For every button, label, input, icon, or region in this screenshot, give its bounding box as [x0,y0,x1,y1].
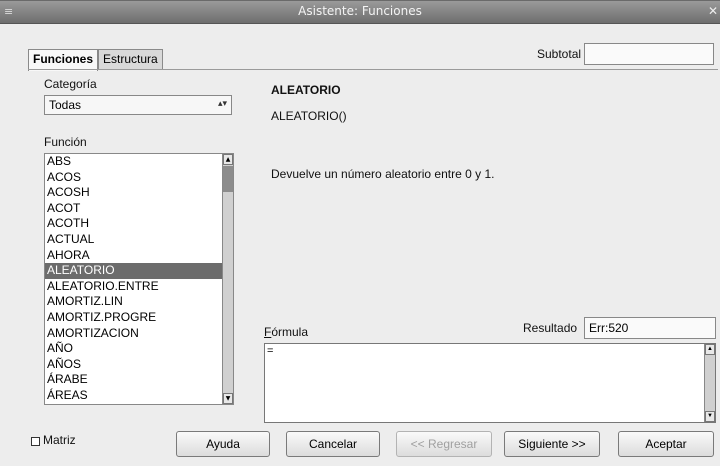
function-list[interactable]: ABS ACOS ACOSH ACOT ACOTH ACTUAL AHORA ALEATORI… [44,153,234,405]
formula-input[interactable]: = ▲ ▼ [264,343,716,423]
function-list-item[interactable]: AMORTIZ.LIN [45,294,223,310]
function-list-item[interactable]: ACOS [45,170,223,186]
formula-scrollbar[interactable]: ▲ ▼ [704,344,715,422]
function-list-item[interactable]: ACOTH [45,216,223,232]
select-arrows-icon: ▴▾ [217,98,227,108]
tab-estructura[interactable]: Estructura [98,49,163,70]
category-select[interactable]: Todas ▴▾ [44,95,232,115]
subtotal-field [584,43,714,65]
result-field: Err:520 [584,317,716,339]
formula-label: Fórmula [264,325,308,339]
result-value: Err:520 [589,321,629,335]
scroll-thumb[interactable] [223,166,233,192]
matrix-label[interactable]: Matriz [43,433,76,447]
cancel-button[interactable]: Cancelar [286,431,380,457]
back-button[interactable]: << Regresar [396,431,492,457]
formula-text: = [267,345,274,357]
function-list-item[interactable]: ALEATORIO [45,263,223,279]
function-syntax: ALEATORIO() [271,109,347,123]
function-list-item[interactable]: AMORTIZACION [45,326,223,342]
scroll-up-icon[interactable]: ▲ [223,154,233,165]
formula-scroll-up-icon[interactable]: ▲ [705,344,715,355]
function-list-item[interactable]: AÑO [45,341,223,357]
function-list-item[interactable]: AÑOS [45,357,223,373]
function-list-item[interactable]: ACTUAL [45,232,223,248]
formula-label-rest: órmula [271,325,309,339]
category-label: Categoría [44,77,97,91]
function-list-item[interactable]: ACOT [45,201,223,217]
window-title: Asistente: Funciones [298,4,422,18]
function-list-item[interactable]: ÁREAS [45,388,223,404]
matrix-checkbox[interactable] [31,437,40,446]
function-list-item[interactable]: ALEATORIO.ENTRE [45,279,223,295]
next-button[interactable]: Siguiente >> [504,431,600,457]
scroll-down-icon[interactable]: ▼ [223,393,233,404]
help-button[interactable]: Ayuda [176,431,270,457]
formula-scroll-down-icon[interactable]: ▼ [705,411,715,422]
function-list-item[interactable]: ÁRABE [45,372,223,388]
close-icon[interactable]: ✕ [708,4,720,18]
tab-funciones[interactable]: Funciones [28,49,99,71]
function-label: Función [44,135,87,149]
function-list-item[interactable]: ABS [45,154,223,170]
function-list-item[interactable]: AMORTIZ.PROGRE [45,310,223,326]
category-selected-value: Todas [49,98,82,112]
function-list-items: ABS ACOS ACOSH ACOT ACOTH ACTUAL AHORA ALEATORI… [45,154,223,404]
function-description: Devuelve un número aleatorio entre 0 y 1… [271,167,495,181]
function-wizard-dialog: ≡ Asistente: Funciones ✕ Funciones Estru… [0,0,720,466]
function-list-item[interactable]: AHORA [45,248,223,264]
ok-button[interactable]: Aceptar [618,431,714,457]
tab-bar: Funciones Estructura [28,49,163,71]
subtotal-label: Subtotal [537,47,582,61]
function-name: ALEATORIO [271,83,341,97]
title-bar: ≡ Asistente: Funciones ✕ [0,1,720,24]
function-list-scrollbar[interactable]: ▲ ▼ [222,154,233,404]
result-label: Resultado [523,321,578,335]
function-list-item[interactable]: ACOSH [45,185,223,201]
